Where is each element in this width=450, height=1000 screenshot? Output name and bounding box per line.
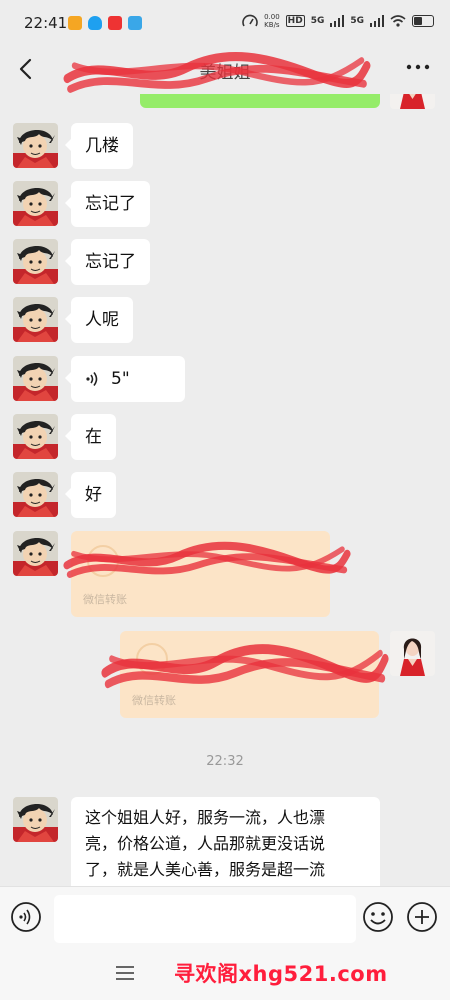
status-bar: 22:41 0.00 KB/s HD 5G 5G <box>0 0 450 46</box>
message-input[interactable] <box>54 895 356 943</box>
contact-avatar[interactable] <box>13 531 58 576</box>
contact-avatar[interactable] <box>13 472 58 517</box>
chat-title: 美姐姐 <box>199 63 251 83</box>
hd-badge: HD <box>285 15 305 27</box>
battery-icon <box>412 15 434 27</box>
message-line: 这个姐姐人好，服务一流，人也漂 <box>85 808 326 827</box>
more-dots-icon[interactable] <box>404 56 432 78</box>
transfer-icon <box>87 545 119 577</box>
my-avatar[interactable] <box>390 631 435 676</box>
signal-icon <box>370 15 384 27</box>
incoming-long-bubble[interactable]: 这个姐姐人好，服务一流，人也漂 亮，价格公道，人品那就更没话说 了，就是人美心善… <box>71 797 380 886</box>
menu-icon[interactable] <box>114 964 136 982</box>
incoming-bubble[interactable]: 忘记了 <box>65 181 150 227</box>
incoming-bubble[interactable]: 人呢 <box>65 297 133 343</box>
contact-avatar[interactable] <box>13 356 58 401</box>
qq-icon <box>88 16 102 30</box>
transfer-icon <box>136 643 168 675</box>
wifi-icon <box>390 15 406 27</box>
my-avatar[interactable] <box>390 94 435 109</box>
plus-icon[interactable] <box>406 901 438 933</box>
message-line: 了，就是人美心善，服务是超一流 <box>85 860 326 879</box>
news-app-icon <box>108 16 122 30</box>
chat-header: 美姐姐 <box>0 46 450 94</box>
message-list[interactable]: 几楼 忘记了 忘记了 人呢 5" 在 好 微信转账 微信转账 22:32 这个姐… <box>0 94 450 886</box>
net-speed: 0.00 KB/s <box>264 13 280 29</box>
message-line: 亮，价格公道，人品那就更没话说 <box>85 834 326 853</box>
contact-avatar[interactable] <box>13 414 58 459</box>
voice-duration: 5" <box>111 369 130 389</box>
site-watermark: 寻欢阁xhg521.com <box>174 962 388 986</box>
contact-avatar[interactable] <box>13 797 58 842</box>
signal-icon <box>330 15 345 27</box>
contact-avatar[interactable] <box>13 123 58 168</box>
emoji-icon[interactable] <box>362 901 394 933</box>
back-arrow-icon[interactable] <box>12 54 40 84</box>
gallery-app-icon <box>128 16 142 30</box>
contact-avatar[interactable] <box>13 239 58 284</box>
status-time: 22:41 <box>24 14 68 32</box>
net-speed-value: 0.00 <box>264 13 280 21</box>
incoming-bubble[interactable]: 忘记了 <box>65 239 150 285</box>
system-nav-bar: 寻欢阁xhg521.com <box>0 948 450 1000</box>
incoming-bubble[interactable]: 在 <box>65 414 116 460</box>
voice-wave-icon <box>86 372 98 386</box>
outgoing-bubble-partial <box>140 94 380 108</box>
input-bar <box>0 886 450 949</box>
incoming-bubble[interactable]: 几楼 <box>65 123 133 169</box>
speedometer-icon <box>242 14 258 27</box>
voice-mode-icon[interactable] <box>10 901 42 933</box>
sim1-network: 5G <box>310 16 325 26</box>
voice-message-bubble[interactable]: 5" <box>65 356 185 402</box>
app-notification-icon <box>68 16 82 30</box>
transfer-label: 微信转账 <box>83 593 127 606</box>
contact-avatar[interactable] <box>13 181 58 226</box>
transfer-card-outgoing[interactable]: 微信转账 <box>120 631 379 718</box>
net-speed-unit: KB/s <box>264 21 280 29</box>
transfer-label: 微信转账 <box>132 694 176 707</box>
transfer-card-incoming[interactable]: 微信转账 <box>71 531 330 617</box>
timestamp-separator: 22:32 <box>206 754 244 769</box>
incoming-bubble[interactable]: 好 <box>65 472 116 518</box>
sim2-network: 5G <box>350 16 364 26</box>
contact-avatar[interactable] <box>13 297 58 342</box>
